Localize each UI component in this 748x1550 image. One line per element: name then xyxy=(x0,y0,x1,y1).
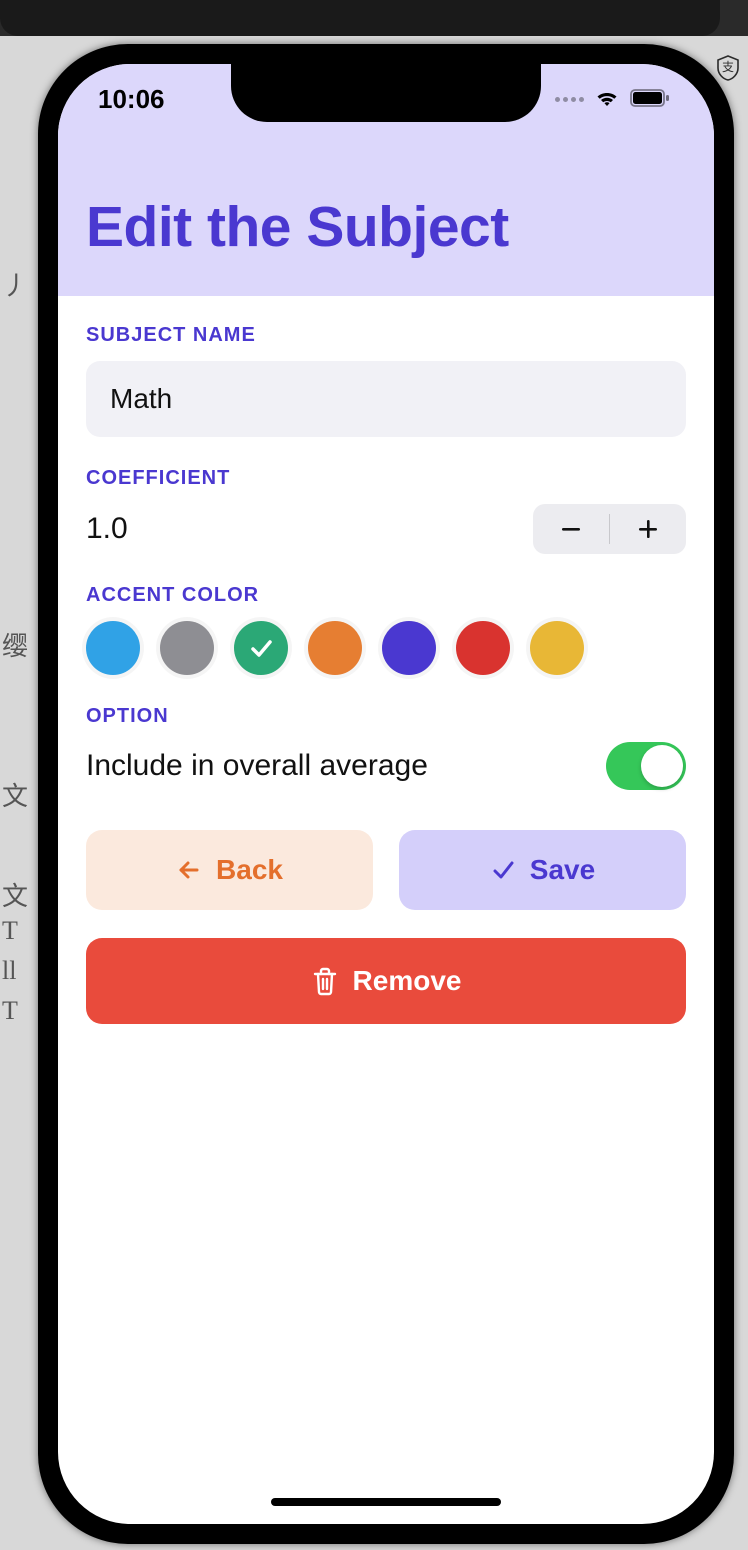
top-bar-shadow xyxy=(0,0,720,36)
main-content: SUBJECT NAME COEFFICIENT 1.0 xyxy=(58,296,714,1024)
color-swatch-5[interactable] xyxy=(456,621,510,675)
phone-screen: 10:06 xyxy=(58,64,714,1524)
remove-button[interactable]: Remove xyxy=(86,938,686,1024)
trash-icon xyxy=(311,966,339,996)
signal-dots-icon xyxy=(555,97,584,102)
svg-text:支: 支 xyxy=(722,60,734,74)
subject-name-label: SUBJECT NAME xyxy=(86,324,686,347)
home-indicator[interactable] xyxy=(271,1498,501,1506)
status-time: 10:06 xyxy=(98,84,165,115)
stepper-plus-button[interactable] xyxy=(610,504,686,554)
device-notch xyxy=(231,64,541,122)
background-obscured-text: ll xyxy=(2,956,16,986)
option-label: OPTION xyxy=(86,705,686,728)
background-obscured-text: 文 xyxy=(2,876,28,913)
remove-button-label: Remove xyxy=(353,965,462,997)
save-button[interactable]: Save xyxy=(399,830,686,910)
minus-icon xyxy=(560,518,582,540)
color-swatch-4[interactable] xyxy=(382,621,436,675)
page-title: Edit the Subject xyxy=(86,194,686,260)
background-obscured-text: 文 xyxy=(2,776,28,813)
background-obscured-text: 丿 xyxy=(2,266,28,303)
checkmark-icon xyxy=(247,634,275,662)
background-obscured-text: T xyxy=(2,996,18,1026)
coefficient-label: COEFFICIENT xyxy=(86,467,686,490)
color-swatch-3[interactable] xyxy=(308,621,362,675)
coefficient-stepper xyxy=(533,504,686,554)
checkmark-icon xyxy=(490,857,516,883)
wifi-icon xyxy=(594,84,620,115)
background-obscured-text: T xyxy=(2,916,18,946)
color-swatch-1[interactable] xyxy=(160,621,214,675)
save-button-label: Save xyxy=(530,854,595,886)
color-swatch-2[interactable] xyxy=(234,621,288,675)
accent-color-label: ACCENT COLOR xyxy=(86,584,686,607)
include-toggle[interactable] xyxy=(606,742,686,790)
status-right xyxy=(555,84,670,115)
arrow-left-icon xyxy=(176,857,202,883)
color-swatch-6[interactable] xyxy=(530,621,584,675)
background-obscured-text: 缨 xyxy=(2,626,28,663)
plus-icon xyxy=(637,518,659,540)
back-button-label: Back xyxy=(216,854,283,886)
accent-color-row xyxy=(86,621,686,675)
subject-name-input[interactable] xyxy=(86,361,686,437)
battery-icon xyxy=(630,84,670,115)
back-button[interactable]: Back xyxy=(86,830,373,910)
option-text: Include in overall average xyxy=(86,749,428,783)
color-swatch-0[interactable] xyxy=(86,621,140,675)
shield-icon: 支 xyxy=(716,54,744,86)
phone-frame: 10:06 xyxy=(38,44,734,1544)
stepper-minus-button[interactable] xyxy=(533,504,609,554)
toggle-knob xyxy=(641,745,683,787)
coefficient-value: 1.0 xyxy=(86,512,128,546)
